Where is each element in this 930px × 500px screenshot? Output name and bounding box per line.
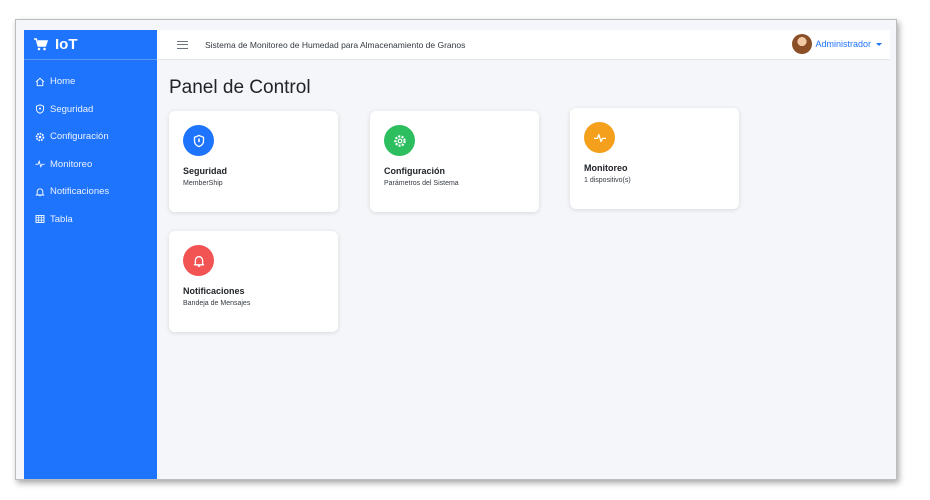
card-icon-circle xyxy=(384,125,415,156)
brand[interactable]: IoT xyxy=(24,30,157,60)
sidebar: IoT Home Seguridad Configuración Monitor… xyxy=(24,30,157,479)
card-configuracion[interactable]: Configuración Parámetros del Sistema xyxy=(370,111,539,212)
card-icon-circle xyxy=(183,125,214,156)
avatar xyxy=(792,34,813,54)
page-title: Panel de Control xyxy=(169,77,311,98)
sidebar-item-tabla[interactable]: Tabla xyxy=(24,206,157,234)
bell-icon xyxy=(35,188,45,196)
sidebar-item-monitoreo[interactable]: Monitoreo xyxy=(24,151,157,179)
card-subtitle: Parámetros del Sistema xyxy=(384,180,459,187)
sidebar-item-label: Configuración xyxy=(50,131,109,143)
shield-icon xyxy=(35,104,45,115)
activity-icon xyxy=(35,160,45,169)
bell-icon xyxy=(193,255,204,267)
sidebar-item-seguridad[interactable]: Seguridad xyxy=(24,96,157,124)
card-title: Configuración xyxy=(384,166,445,176)
card-title: Monitoreo xyxy=(584,163,628,173)
sidebar-item-label: Monitoreo xyxy=(50,158,93,170)
card-icon-circle xyxy=(183,245,214,276)
card-notificaciones[interactable]: Notificaciones Bandeja de Mensajes xyxy=(169,231,338,332)
card-subtitle: 1 dispositivo(s) xyxy=(584,177,631,184)
sidebar-item-configuracion[interactable]: Configuración xyxy=(24,123,157,151)
menu-toggle-icon[interactable] xyxy=(177,40,188,49)
sidebar-item-label: Home xyxy=(50,76,76,88)
user-menu[interactable]: Administrador xyxy=(792,34,882,54)
user-name: Administrador xyxy=(815,39,871,49)
sidebar-item-notificaciones[interactable]: Notificaciones xyxy=(24,178,157,206)
table-icon xyxy=(35,215,45,224)
sidebar-nav: Home Seguridad Configuración Monitoreo N… xyxy=(24,60,157,233)
card-subtitle: Bandeja de Mensajes xyxy=(183,300,251,307)
sidebar-item-label: Notificaciones xyxy=(50,186,110,198)
top-navbar: Sistema de Monitoreo de Humedad para Alm… xyxy=(157,30,890,60)
system-title: Sistema de Monitoreo de Humedad para Alm… xyxy=(205,39,466,50)
browser-window: IoT Home Seguridad Configuración Monitor… xyxy=(15,19,897,480)
activity-icon xyxy=(593,133,606,142)
card-seguridad[interactable]: Seguridad MemberShip xyxy=(169,111,338,212)
card-monitoreo[interactable]: Monitoreo 1 dispositivo(s) xyxy=(570,108,739,209)
card-title: Seguridad xyxy=(183,166,228,176)
sidebar-item-label: Seguridad xyxy=(50,103,94,115)
brand-title: IoT xyxy=(55,36,78,53)
card-title: Notificaciones xyxy=(183,286,245,296)
chevron-down-icon xyxy=(876,42,882,46)
gear-icon xyxy=(393,134,406,147)
gear-icon xyxy=(35,132,45,142)
card-subtitle: MemberShip xyxy=(183,180,223,187)
sidebar-item-home[interactable]: Home xyxy=(24,68,157,96)
cart-icon xyxy=(34,38,48,51)
sidebar-item-label: Tabla xyxy=(50,213,73,225)
home-icon xyxy=(35,77,45,86)
shield-icon xyxy=(193,134,204,147)
card-icon-circle xyxy=(584,122,615,153)
